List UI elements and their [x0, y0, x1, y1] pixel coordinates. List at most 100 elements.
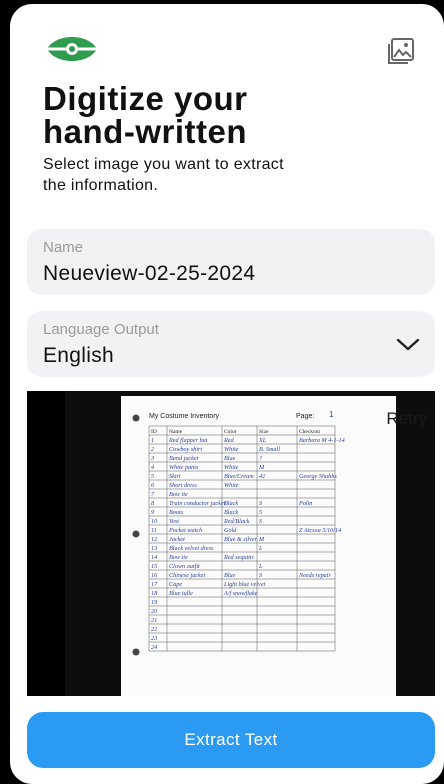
sheet-drawing: My Costume Inventory Page: 1 ID Name Color…: [132, 410, 345, 656]
table-cell: Blue & silver: [224, 536, 258, 543]
sheet-title: My Costume Inventory: [149, 413, 220, 420]
table-cell: ?: [259, 455, 263, 462]
table-cell: Blue tulle: [169, 590, 193, 597]
table-cell: Gold: [224, 527, 237, 534]
table-cell: L: [258, 545, 263, 552]
table-cell: S: [259, 572, 262, 579]
sheet-page-value: 1: [329, 410, 334, 419]
table-cell: 6: [151, 482, 155, 489]
table-cell: 17: [151, 581, 158, 588]
scanned-sheet: My Costume Inventory Page: 1 ID Name Color…: [121, 396, 396, 696]
binder-hole: [132, 648, 140, 656]
binder-hole: [132, 530, 140, 538]
table-cell: Red/Black: [223, 518, 250, 525]
table-cell: 13: [151, 545, 157, 552]
table-cell: Vest: [169, 518, 179, 525]
table-cell: 9: [151, 509, 154, 516]
table-cell: Skirt: [169, 473, 181, 480]
table-cell: 2: [151, 446, 154, 453]
gallery-icon[interactable]: [386, 36, 416, 66]
table-cell: Short dress: [169, 482, 197, 489]
table-cell: Bow tie: [169, 554, 188, 561]
table-cell: 42: [259, 473, 265, 480]
table-cell: 14: [151, 554, 157, 561]
table-cell: 19: [151, 599, 157, 606]
table-cell: Jacket: [169, 536, 185, 543]
table-cell: Clown outfit: [169, 563, 200, 570]
table-cell: L: [258, 563, 263, 570]
logo-icon: [43, 37, 101, 61]
table-cell: Red: [223, 437, 235, 444]
table-cell: M: [258, 464, 265, 471]
name-field-label: Name: [43, 239, 84, 256]
sheet-page-label: Page:: [296, 413, 314, 420]
table-cell: S: [259, 518, 262, 525]
retry-button[interactable]: Retry: [386, 409, 427, 429]
table-cell: 24: [151, 644, 157, 651]
table-cell: Light blue velvet: [223, 581, 266, 588]
table-cell: 23: [151, 635, 157, 642]
table-cell: Blue/Cream: [224, 473, 254, 480]
table-cell: M: [258, 536, 265, 543]
table-cell: 22: [151, 626, 157, 633]
table-cell: Z Aicsou 5/10/14: [299, 527, 341, 534]
table-header-cell: Name: [169, 429, 183, 435]
table-cell: 7: [151, 491, 155, 498]
name-field[interactable]: Name Neueview-02-25-2024: [27, 229, 435, 295]
table-header-cell: Size: [259, 429, 269, 435]
table-cell: Train conductor jacket: [169, 500, 226, 507]
table-cell: 1: [151, 437, 154, 444]
table-cell: Red flapper hat: [168, 437, 208, 444]
table-cell: XL: [258, 437, 267, 444]
chevron-down-icon: [396, 338, 420, 351]
binder-hole: [132, 414, 140, 422]
app-screen: Digitize your hand-written Select image …: [10, 4, 444, 784]
table-cell: 12: [151, 536, 157, 543]
table-cell: Chinese jacket: [169, 572, 206, 579]
table-cell: White pants: [169, 464, 199, 471]
table-cell: Barbara M 4-1-14: [299, 437, 345, 444]
table-cell: 16: [151, 572, 158, 579]
extract-text-button[interactable]: Extract Text: [27, 712, 435, 768]
table-cell: 11: [151, 527, 157, 534]
table-cell: White: [224, 446, 239, 453]
table-cell: Bow tie: [169, 491, 188, 498]
table-cell: Band jacket: [169, 455, 199, 462]
language-select[interactable]: Language Output English: [27, 311, 435, 377]
table-cell: White: [224, 464, 239, 471]
table-cell: Polin: [298, 500, 312, 507]
table-cell: Black velvet dress: [169, 545, 214, 552]
table-cell: 3: [150, 455, 154, 462]
preview-shadow: [27, 391, 65, 696]
table-cell: 8: [151, 500, 155, 507]
table-cell: Black: [224, 500, 238, 507]
table-cell: Boots: [169, 509, 184, 516]
table-cell: Blue: [224, 572, 236, 579]
table-cell: 5: [259, 509, 262, 516]
table-header-cell: ID: [151, 429, 157, 435]
language-select-label: Language Output: [43, 321, 159, 338]
table-header-cell: Checkout: [299, 429, 321, 435]
title-line-2: hand-written: [43, 113, 247, 150]
table-cell: Pocket watch: [168, 527, 202, 534]
table-cell: 10: [151, 518, 158, 525]
table-cell: Black: [224, 509, 238, 516]
table-cell: 18: [151, 590, 158, 597]
table-cell: Red sequins: [223, 554, 254, 561]
name-field-value[interactable]: Neueview-02-25-2024: [43, 262, 255, 286]
image-preview: My Costume Inventory Page: 1 ID Name Color…: [27, 391, 435, 696]
table-cell: White: [224, 482, 239, 489]
page-subtitle: Select image you want to extract the inf…: [43, 156, 284, 194]
table-cell: Cape: [169, 581, 182, 588]
sheet-table: ID Name Color Size Checkout 1 Red flapper hat R…: [148, 425, 345, 652]
table-cell: S: [259, 500, 262, 507]
table-cell: Blue: [224, 455, 236, 462]
table-cell: 4: [151, 464, 154, 471]
table-cell: Needs repair: [298, 572, 331, 579]
table-cell: 5: [151, 473, 154, 480]
table-cell: George Shabbs: [299, 473, 337, 480]
table-cell: 20: [151, 608, 158, 615]
table-header-cell: Color: [224, 429, 237, 435]
table-cell: 15: [151, 563, 157, 570]
table-cell: B. Small: [259, 446, 280, 453]
